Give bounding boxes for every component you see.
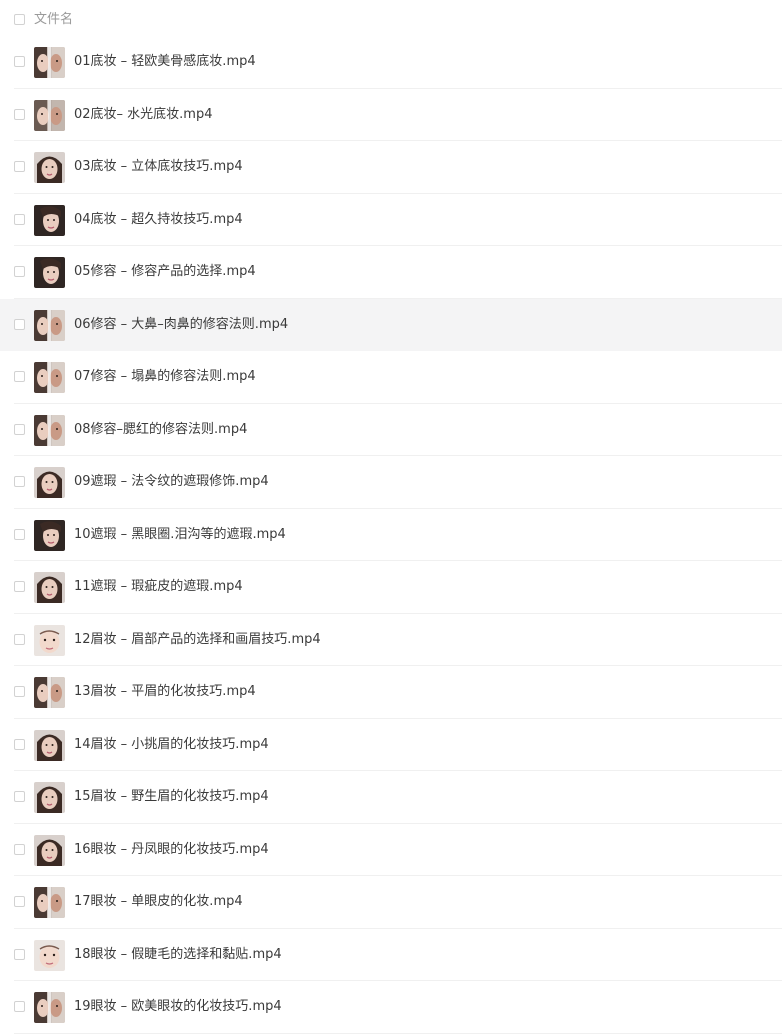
file-row[interactable]: 14眉妆 – 小挑眉的化妆技巧.mp4 bbox=[0, 719, 782, 771]
file-checkbox[interactable] bbox=[14, 843, 25, 855]
file-name[interactable]: 12眉妆 – 眉部产品的选择和画眉技巧.mp4 bbox=[74, 630, 321, 650]
video-thumbnail[interactable] bbox=[34, 677, 65, 708]
file-row[interactable]: 07修容 – 塌鼻的修容法则.mp4 bbox=[0, 351, 782, 404]
video-thumbnail[interactable] bbox=[34, 414, 65, 446]
file-name[interactable]: 09遮瑕 – 法令纹的遮瑕修饰.mp4 bbox=[74, 472, 269, 492]
file-row[interactable]: 17眼妆 – 单眼皮的化妆.mp4 bbox=[0, 876, 782, 929]
file-row[interactable]: 19眼妆 – 欧美眼妆的化妆技巧.mp4 bbox=[0, 981, 782, 1034]
file-checkbox[interactable] bbox=[14, 161, 25, 172]
video-thumbnail[interactable] bbox=[34, 939, 65, 971]
file-row[interactable]: 08修容–腮红的修容法则.mp4 bbox=[0, 404, 782, 456]
video-thumbnail[interactable] bbox=[34, 467, 65, 498]
video-thumbnail[interactable] bbox=[34, 887, 65, 918]
file-row[interactable]: 03底妆 – 立体底妆技巧.mp4 bbox=[0, 141, 782, 194]
file-name[interactable]: 01底妆 – 轻欧美骨感底妆.mp4 bbox=[74, 52, 256, 72]
file-name[interactable]: 14眉妆 – 小挑眉的化妆技巧.mp4 bbox=[74, 735, 269, 755]
video-thumbnail[interactable] bbox=[34, 152, 65, 183]
video-thumbnail[interactable] bbox=[34, 834, 65, 866]
video-thumbnail[interactable] bbox=[34, 204, 65, 236]
file-name[interactable]: 11遮瑕 – 瑕疵皮的遮瑕.mp4 bbox=[74, 577, 243, 597]
video-thumbnail[interactable] bbox=[34, 47, 65, 78]
select-all-checkbox[interactable] bbox=[14, 14, 25, 25]
file-checkbox[interactable] bbox=[14, 371, 25, 382]
file-row[interactable]: 05修容 – 修容产品的选择.mp4 bbox=[0, 246, 782, 299]
file-row[interactable]: 10遮瑕 – 黑眼圈.泪沟等的遮瑕.mp4 bbox=[0, 509, 782, 561]
file-name[interactable]: 06修容 – 大鼻–肉鼻的修容法则.mp4 bbox=[74, 315, 288, 335]
file-checkbox[interactable] bbox=[14, 581, 25, 592]
file-name[interactable]: 03底妆 – 立体底妆技巧.mp4 bbox=[74, 157, 243, 177]
row-divider bbox=[14, 1032, 782, 1034]
file-checkbox[interactable] bbox=[14, 738, 25, 750]
file-row[interactable]: 04底妆 – 超久持妆技巧.mp4 bbox=[0, 194, 782, 246]
video-thumbnail[interactable] bbox=[34, 519, 65, 551]
file-checkbox[interactable] bbox=[14, 791, 25, 802]
file-checkbox[interactable] bbox=[14, 318, 25, 330]
file-checkbox[interactable] bbox=[14, 686, 25, 697]
file-checkbox[interactable] bbox=[14, 423, 25, 435]
file-checkbox[interactable] bbox=[14, 476, 25, 487]
file-name[interactable]: 07修容 – 塌鼻的修容法则.mp4 bbox=[74, 367, 256, 387]
file-row[interactable]: 12眉妆 – 眉部产品的选择和画眉技巧.mp4 bbox=[0, 614, 782, 666]
file-checkbox[interactable] bbox=[14, 56, 25, 67]
file-name[interactable]: 04底妆 – 超久持妆技巧.mp4 bbox=[74, 210, 243, 230]
file-name[interactable]: 02底妆– 水光底妆.mp4 bbox=[74, 105, 213, 125]
file-checkbox[interactable] bbox=[14, 528, 25, 540]
column-header-filename[interactable]: 文件名 bbox=[34, 11, 73, 29]
file-checkbox[interactable] bbox=[14, 1001, 25, 1012]
list-header: 文件名 bbox=[0, 0, 782, 40]
file-checkbox[interactable] bbox=[14, 108, 25, 120]
video-thumbnail[interactable] bbox=[34, 992, 65, 1023]
file-row[interactable]: 01底妆 – 轻欧美骨感底妆.mp4 bbox=[0, 36, 782, 89]
file-checkbox[interactable] bbox=[14, 213, 25, 225]
file-name[interactable]: 19眼妆 – 欧美眼妆的化妆技巧.mp4 bbox=[74, 997, 282, 1017]
video-thumbnail[interactable] bbox=[34, 309, 65, 341]
file-row[interactable]: 11遮瑕 – 瑕疵皮的遮瑕.mp4 bbox=[0, 561, 782, 614]
file-name[interactable]: 16眼妆 – 丹凤眼的化妆技巧.mp4 bbox=[74, 840, 269, 860]
video-thumbnail[interactable] bbox=[34, 624, 65, 656]
file-row[interactable]: 06修容 – 大鼻–肉鼻的修容法则.mp4 bbox=[0, 298, 782, 351]
file-name[interactable]: 10遮瑕 – 黑眼圈.泪沟等的遮瑕.mp4 bbox=[74, 525, 286, 545]
video-thumbnail[interactable] bbox=[34, 782, 65, 813]
file-row[interactable]: 18眼妆 – 假睫毛的选择和黏贴.mp4 bbox=[0, 929, 782, 981]
file-row[interactable]: 15眉妆 – 野生眉的化妆技巧.mp4 bbox=[0, 771, 782, 824]
file-name[interactable]: 18眼妆 – 假睫毛的选择和黏贴.mp4 bbox=[74, 945, 282, 965]
file-row[interactable]: 02底妆– 水光底妆.mp4 bbox=[0, 89, 782, 141]
file-name[interactable]: 15眉妆 – 野生眉的化妆技巧.mp4 bbox=[74, 787, 269, 807]
file-checkbox[interactable] bbox=[14, 266, 25, 277]
file-list: 01底妆 – 轻欧美骨感底妆.mp4 02底妆– 水光底妆.mp4 03底妆 –… bbox=[0, 36, 782, 1034]
video-thumbnail[interactable] bbox=[34, 362, 65, 393]
file-name[interactable]: 17眼妆 – 单眼皮的化妆.mp4 bbox=[74, 892, 243, 912]
video-thumbnail[interactable] bbox=[34, 729, 65, 761]
file-row[interactable]: 09遮瑕 – 法令纹的遮瑕修饰.mp4 bbox=[0, 456, 782, 509]
video-thumbnail[interactable] bbox=[34, 257, 65, 288]
file-checkbox[interactable] bbox=[14, 896, 25, 907]
file-checkbox[interactable] bbox=[14, 948, 25, 960]
file-checkbox[interactable] bbox=[14, 633, 25, 645]
file-row[interactable]: 16眼妆 – 丹凤眼的化妆技巧.mp4 bbox=[0, 824, 782, 876]
file-row[interactable]: 13眉妆 – 平眉的化妆技巧.mp4 bbox=[0, 666, 782, 719]
file-name[interactable]: 13眉妆 – 平眉的化妆技巧.mp4 bbox=[74, 682, 256, 702]
file-name[interactable]: 08修容–腮红的修容法则.mp4 bbox=[74, 420, 247, 440]
video-thumbnail[interactable] bbox=[34, 99, 65, 131]
video-thumbnail[interactable] bbox=[34, 572, 65, 603]
file-name[interactable]: 05修容 – 修容产品的选择.mp4 bbox=[74, 262, 256, 282]
